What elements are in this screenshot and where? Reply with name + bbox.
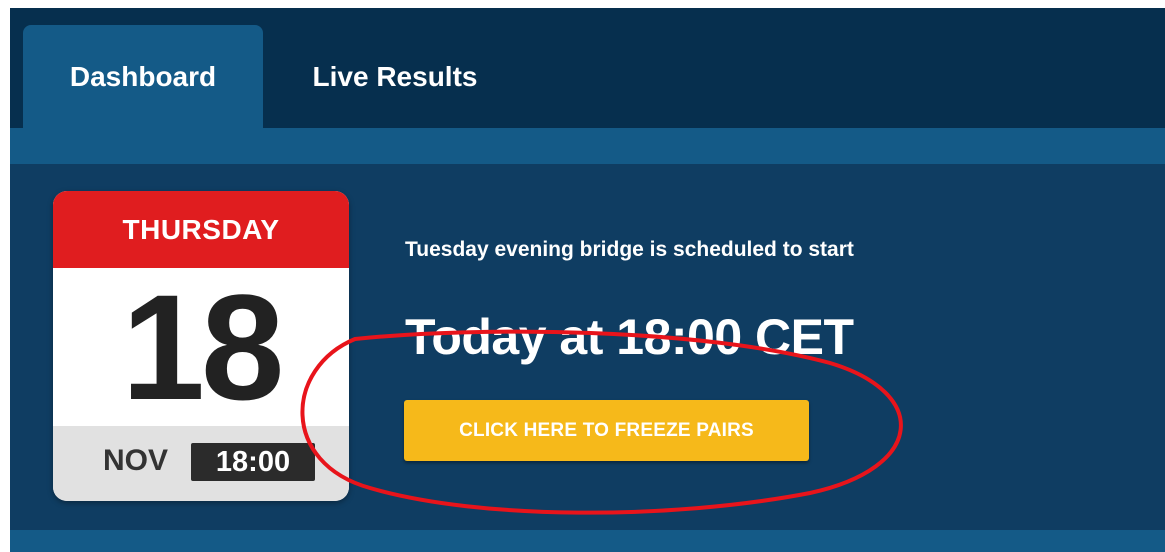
calendar-time: 18:00 [191,443,315,481]
tab-live-results-label: Live Results [312,60,478,92]
calendar-month: NOV [103,444,169,477]
calendar-footer: NOV 18:00 [53,426,349,501]
tab-dashboard-label: Dashboard [69,60,217,92]
tab-bar: Dashboard Live Results [10,8,1165,128]
calendar-card: THURSDAY 18 NOV 18:00 [53,191,349,501]
footer-stripe [10,530,1165,552]
calendar-day: 18 [121,263,285,431]
calendar-weekday: THURSDAY [53,191,349,268]
freeze-pairs-button[interactable]: CLICK HERE TO FREEZE PAIRS [404,400,809,461]
header-stripe [10,128,1165,164]
app-frame: Dashboard Live Results THURSDAY 18 NOV 1… [10,8,1165,552]
tab-dashboard[interactable]: Dashboard [23,25,263,128]
tab-live-results[interactable]: Live Results [280,25,510,128]
start-time-text: Today at 18:00 CET [405,309,854,365]
scheduled-text: Tuesday evening bridge is scheduled to s… [405,238,854,261]
